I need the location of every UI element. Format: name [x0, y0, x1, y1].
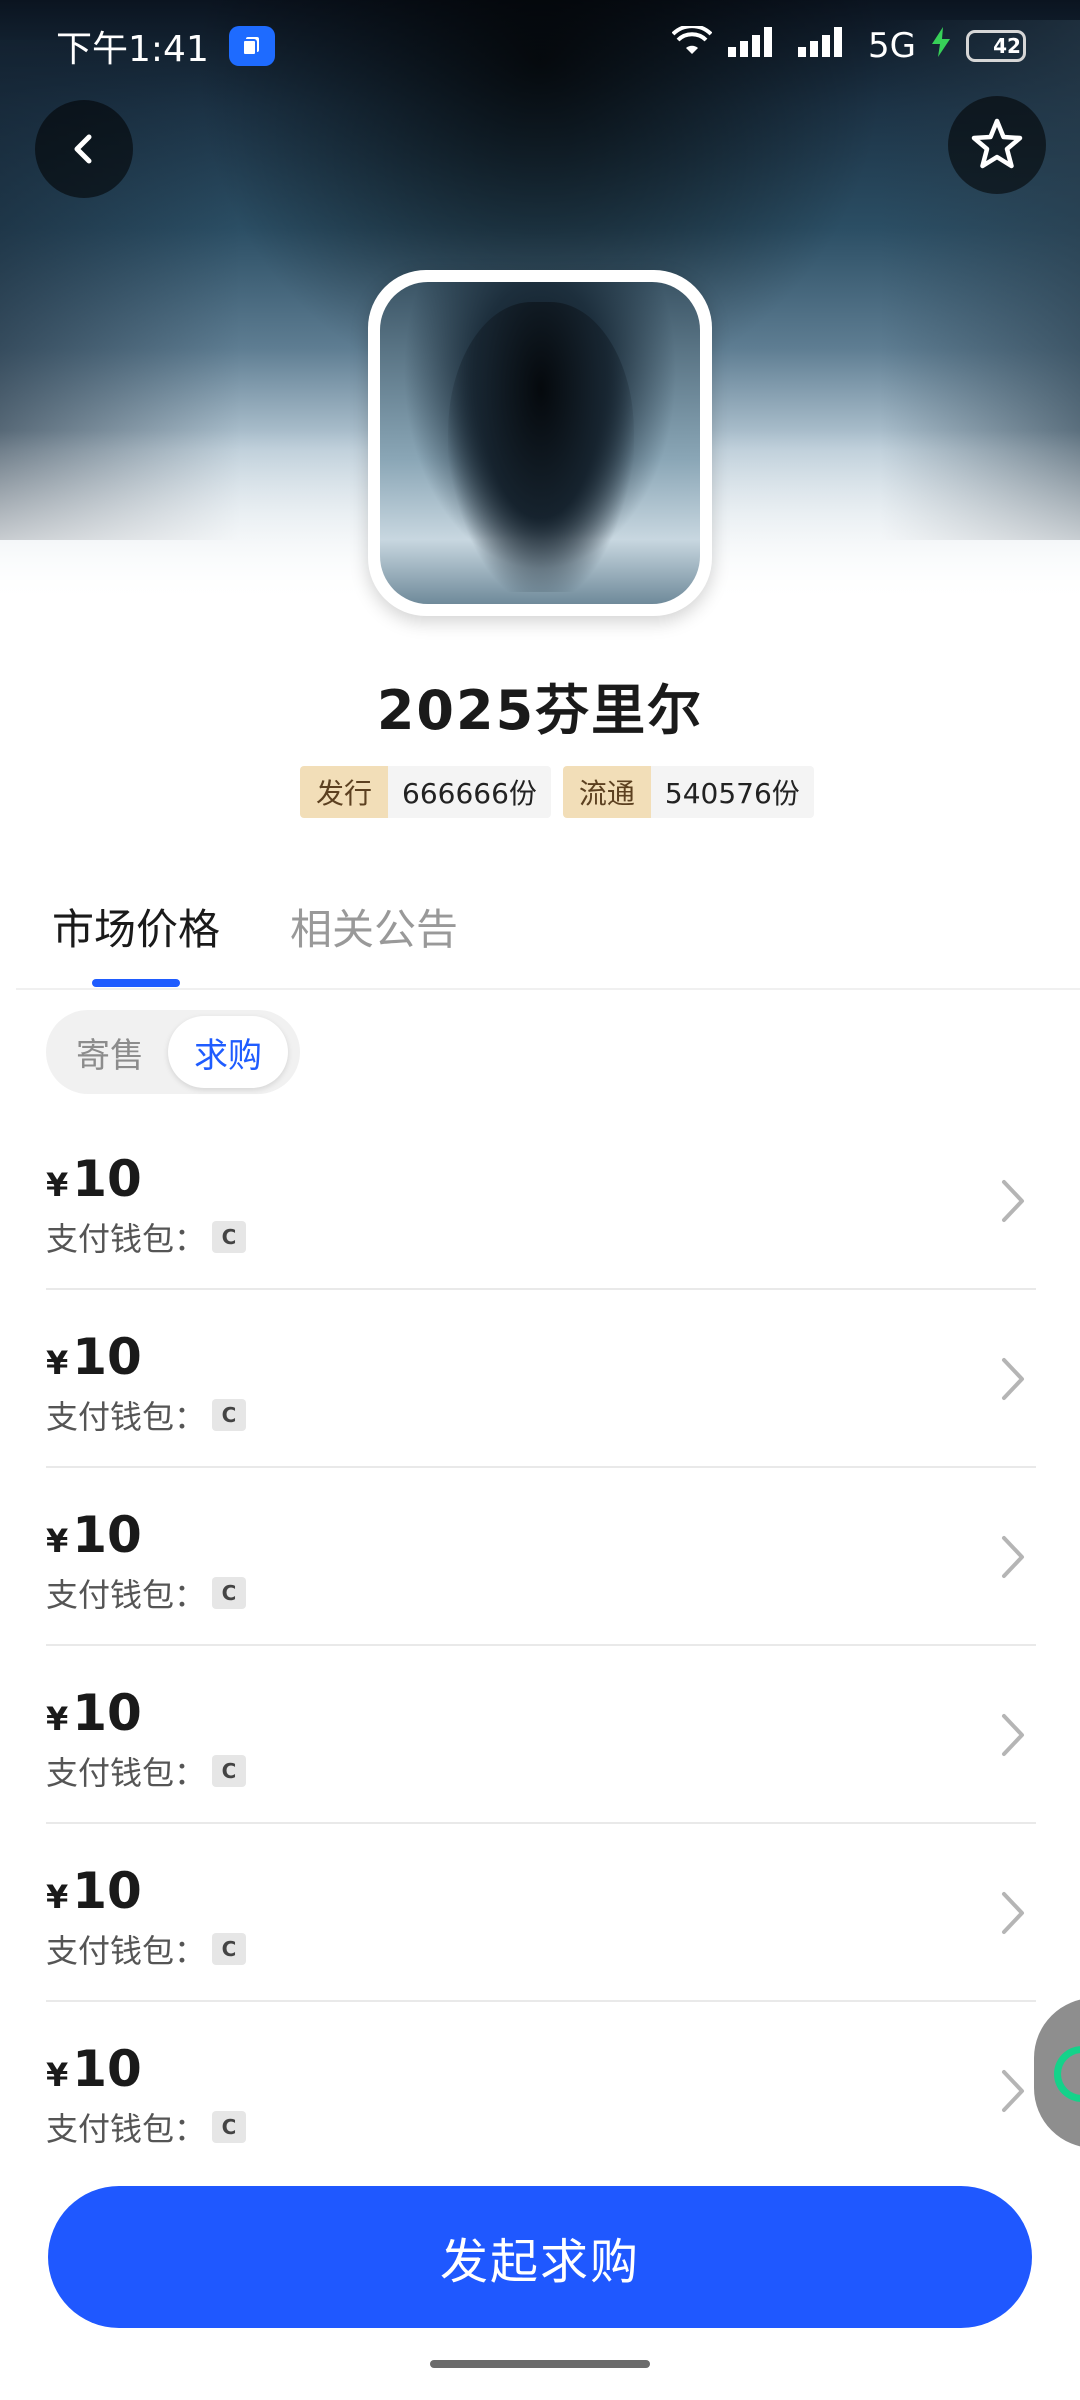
segment-buy-request[interactable]: 求购	[168, 1016, 288, 1088]
tab-market-price[interactable]: 市场价格	[52, 896, 220, 987]
status-right: 5G 42	[671, 23, 1026, 67]
status-time: 下午1:41	[56, 29, 209, 70]
list-item[interactable]: ¥ 10 支付钱包： C	[46, 1468, 1036, 1646]
list-item[interactable]: ¥ 10 支付钱包： C	[46, 2002, 1036, 2180]
wallet-badge: C	[212, 1577, 247, 1609]
wifi-icon	[671, 23, 713, 67]
currency-symbol: ¥	[46, 1344, 69, 1382]
segmented-control: 寄售 求购	[46, 1010, 300, 1094]
circulation-label: 流通	[562, 766, 651, 818]
price-value: 10	[72, 1328, 142, 1386]
tab-label: 相关公告	[290, 905, 459, 954]
home-indicator[interactable]	[430, 2360, 650, 2368]
cover-artwork	[380, 282, 700, 604]
status-bar: 下午1:41 5G 42	[0, 0, 1080, 92]
currency-symbol: ¥	[46, 1700, 69, 1738]
assistant-icon	[1054, 2046, 1080, 2102]
list-item[interactable]: ¥ 10 支付钱包： C	[46, 1646, 1036, 1824]
tab-announcements[interactable]: 相关公告	[290, 896, 458, 987]
product-tags: 发行 666666份 流通 540576份	[300, 766, 814, 818]
issue-label: 发行	[300, 766, 389, 818]
wallet-info: 支付钱包： C	[46, 1926, 247, 1972]
price-value: 10	[72, 1150, 142, 1208]
wallet-label: 支付钱包：	[46, 1932, 207, 1970]
screen: 下午1:41 5G 42 2025芬里尔 发行 666666份 流通 54057…	[0, 0, 1080, 2400]
wallet-badge: C	[212, 2111, 247, 2143]
wallet-info: 支付钱包： C	[46, 1748, 247, 1794]
wallet-badge: C	[212, 1933, 247, 1965]
tab-bar: 市场价格 相关公告	[52, 896, 458, 987]
network-type: 5G	[868, 26, 916, 66]
price: ¥ 10	[46, 1150, 142, 1208]
chevron-right-icon	[1002, 1714, 1024, 1756]
tab-active-indicator	[92, 979, 180, 987]
wallet-label: 支付钱包：	[46, 1398, 207, 1436]
circulation-tag: 流通 540576份	[562, 766, 814, 818]
chevron-right-icon	[1002, 1180, 1024, 1222]
wallet-info: 支付钱包： C	[46, 2104, 247, 2150]
wallet-info: 支付钱包： C	[46, 1392, 247, 1438]
price: ¥ 10	[46, 1328, 142, 1386]
currency-symbol: ¥	[46, 1166, 69, 1204]
product-cover	[368, 270, 712, 616]
wallet-label: 支付钱包：	[46, 1576, 207, 1614]
product-title: 2025芬里尔	[376, 679, 704, 742]
price-value: 10	[72, 2040, 142, 2098]
issue-value: 666666份	[388, 766, 551, 818]
wallet-label: 支付钱包：	[46, 1754, 207, 1792]
favorite-button[interactable]	[948, 96, 1046, 194]
list-item[interactable]: ¥ 10 支付钱包： C	[46, 1112, 1036, 1290]
chevron-left-icon	[74, 134, 92, 164]
star-outline-icon	[971, 118, 1023, 169]
floating-assistant-button[interactable]	[1034, 1998, 1080, 2148]
price: ¥ 10	[46, 1684, 142, 1742]
currency-symbol: ¥	[46, 2056, 69, 2094]
initiate-buy-request-button[interactable]: 发起求购	[48, 2186, 1032, 2328]
circulation-value: 540576份	[650, 766, 814, 818]
price: ¥ 10	[46, 2040, 142, 2098]
wallet-info: 支付钱包： C	[46, 1570, 247, 1616]
chevron-right-icon	[1002, 1536, 1024, 1578]
currency-symbol: ¥	[46, 1522, 69, 1560]
wallet-info: 支付钱包： C	[46, 1214, 247, 1260]
charging-icon	[932, 26, 950, 66]
battery-icon: 42	[966, 30, 1026, 62]
chevron-right-icon	[1002, 2070, 1024, 2112]
wallet-badge: C	[212, 1399, 247, 1431]
tab-label: 市场价格	[52, 905, 221, 954]
tabs-divider	[16, 988, 1080, 990]
wallet-label: 支付钱包：	[46, 2110, 207, 2148]
signal-icon-2	[798, 26, 852, 66]
cover-beast-silhouette	[448, 302, 634, 592]
battery-level: 42	[993, 34, 1021, 58]
list-item[interactable]: ¥ 10 支付钱包： C	[46, 1290, 1036, 1468]
back-button[interactable]	[35, 100, 133, 198]
price-value: 10	[72, 1506, 142, 1564]
listing-list: ¥ 10 支付钱包： C ¥ 10 支付钱包： C ¥ 10 支付钱包： C ¥…	[46, 1112, 1036, 2180]
currency-symbol: ¥	[46, 1878, 69, 1916]
price: ¥ 10	[46, 1506, 142, 1564]
app-notification-icon	[228, 26, 275, 66]
price-value: 10	[72, 1862, 142, 1920]
chevron-right-icon	[1002, 1892, 1024, 1934]
issue-tag: 发行 666666份	[300, 766, 551, 818]
signal-icon	[728, 26, 782, 66]
price: ¥ 10	[46, 1862, 142, 1920]
chevron-right-icon	[1002, 1358, 1024, 1400]
segment-consign[interactable]: 寄售	[52, 1016, 168, 1088]
status-left: 下午1:41	[56, 20, 275, 72]
wallet-label: 支付钱包：	[46, 1220, 207, 1258]
list-item[interactable]: ¥ 10 支付钱包： C	[46, 1824, 1036, 2002]
price-value: 10	[72, 1684, 142, 1742]
wallet-badge: C	[212, 1221, 247, 1253]
wallet-badge: C	[212, 1755, 247, 1787]
